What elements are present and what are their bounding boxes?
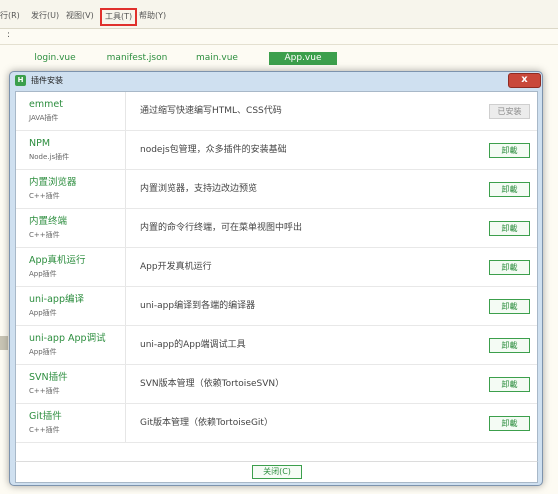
column-divider — [125, 248, 126, 286]
plugin-name: uni-app编译 — [29, 294, 84, 305]
plugin-description: uni-app的App端调试工具 — [140, 340, 246, 350]
plugin-description: App开发真机运行 — [140, 262, 212, 272]
list-item-plugin: NPM Node.js插件 nodejs包管理，众多插件的安装基础 卸載 — [16, 131, 537, 170]
plugin-type: Node.js插件 — [29, 153, 70, 161]
list-item-plugin: uni-app App调试 App插件 uni-app的App端调试工具 卸載 — [16, 326, 537, 365]
tab-main-vue[interactable]: main.vue — [192, 52, 242, 65]
plugin-type: JAVA插件 — [29, 114, 59, 122]
plugin-name: NPM — [29, 138, 51, 149]
plugin-install-dialog: H 插件安装 x emmet JAVA插件 通过缩写快速编写HTML、CSS代码… — [9, 71, 543, 486]
close-icon[interactable]: x — [508, 73, 541, 88]
plugin-name: uni-app App调试 — [29, 333, 106, 344]
plugin-description: Git版本管理（依赖TortoiseGit） — [140, 418, 273, 428]
menu-help[interactable]: 帮助(Y) — [139, 11, 166, 21]
plugin-type: C++插件 — [29, 387, 60, 395]
list-item-plugin: 内置浏览器 C++插件 内置浏览器，支持边改边预览 卸載 — [16, 170, 537, 209]
background-edge — [0, 336, 8, 350]
list-item-plugin: 内置终端 C++插件 内置的命令行终端，可在菜单视图中呼出 卸載 — [16, 209, 537, 248]
plugin-type: C++插件 — [29, 231, 60, 239]
installed-badge: 已安装 — [489, 104, 530, 119]
dialog-title: 插件安装 — [31, 76, 63, 85]
list-item-plugin: uni-app编译 App插件 uni-app编译到各端的编译器 卸載 — [16, 287, 537, 326]
plugin-description: 通过缩写快速编写HTML、CSS代码 — [140, 106, 282, 116]
app-logo-icon: H — [15, 75, 26, 86]
uninstall-button[interactable]: 卸載 — [489, 377, 530, 392]
toolbar-mark: : — [7, 30, 11, 40]
column-divider — [125, 131, 126, 169]
column-divider — [125, 365, 126, 403]
list-item-plugin: App真机运行 App插件 App开发真机运行 卸載 — [16, 248, 537, 287]
uninstall-button[interactable]: 卸載 — [489, 299, 530, 314]
menu-bar: 行(R) 发行(U) 视图(V) 工具(T) 帮助(Y) — [0, 0, 558, 29]
column-divider — [125, 404, 126, 442]
tab-app-vue[interactable]: App.vue — [269, 52, 337, 65]
plugin-type: C++插件 — [29, 426, 60, 434]
dialog-titlebar[interactable]: H 插件安装 x — [10, 72, 542, 89]
close-button[interactable]: 关闭(C) — [252, 465, 302, 479]
uninstall-button[interactable]: 卸載 — [489, 416, 530, 431]
plugin-name: SVN插件 — [29, 372, 68, 383]
dialog-footer: 关闭(C) — [15, 461, 538, 483]
menu-run[interactable]: 行(R) — [0, 11, 20, 21]
uninstall-button[interactable]: 卸載 — [489, 260, 530, 275]
list-item-plugin: SVN插件 C++插件 SVN版本管理（依赖TortoiseSVN） 卸載 — [16, 365, 537, 404]
menu-publish[interactable]: 发行(U) — [31, 11, 59, 21]
plugin-type: App插件 — [29, 270, 57, 278]
plugin-description: nodejs包管理，众多插件的安装基础 — [140, 145, 287, 155]
plugin-description: 内置浏览器，支持边改边预览 — [140, 184, 258, 194]
uninstall-button[interactable]: 卸載 — [489, 143, 530, 158]
plugin-name: App真机运行 — [29, 255, 86, 266]
plugin-name: 内置浏览器 — [29, 177, 77, 188]
plugin-description: SVN版本管理（依赖TortoiseSVN） — [140, 379, 285, 389]
plugin-name: emmet — [29, 99, 63, 110]
list-item-plugin: emmet JAVA插件 通过缩写快速编写HTML、CSS代码 已安装 — [16, 92, 537, 131]
plugin-type: App插件 — [29, 348, 57, 356]
editor-tabs: login.vue manifest.json main.vue App.vue — [0, 46, 558, 70]
tab-manifest-json[interactable]: manifest.json — [104, 52, 170, 65]
plugin-description: 内置的命令行终端，可在菜单视图中呼出 — [140, 223, 303, 233]
menu-tools[interactable]: 工具(T) — [100, 8, 138, 26]
column-divider — [125, 326, 126, 364]
column-divider — [125, 92, 126, 130]
plugin-name: 内置终端 — [29, 216, 68, 227]
toolbar: : — [0, 28, 558, 45]
list-item-plugin: Git插件 C++插件 Git版本管理（依赖TortoiseGit） 卸載 — [16, 404, 537, 443]
column-divider — [125, 287, 126, 325]
plugin-description: uni-app编译到各端的编译器 — [140, 301, 256, 311]
tab-login-vue[interactable]: login.vue — [30, 52, 80, 65]
plugin-type: App插件 — [29, 309, 57, 317]
uninstall-button[interactable]: 卸載 — [489, 182, 530, 197]
plugin-list[interactable]: emmet JAVA插件 通过缩写快速编写HTML、CSS代码 已安装 NPM … — [15, 91, 538, 463]
plugin-name: Git插件 — [29, 411, 62, 422]
uninstall-button[interactable]: 卸載 — [489, 221, 530, 236]
menu-view[interactable]: 视图(V) — [66, 11, 94, 21]
uninstall-button[interactable]: 卸載 — [489, 338, 530, 353]
column-divider — [125, 209, 126, 247]
column-divider — [125, 170, 126, 208]
plugin-type: C++插件 — [29, 192, 60, 200]
